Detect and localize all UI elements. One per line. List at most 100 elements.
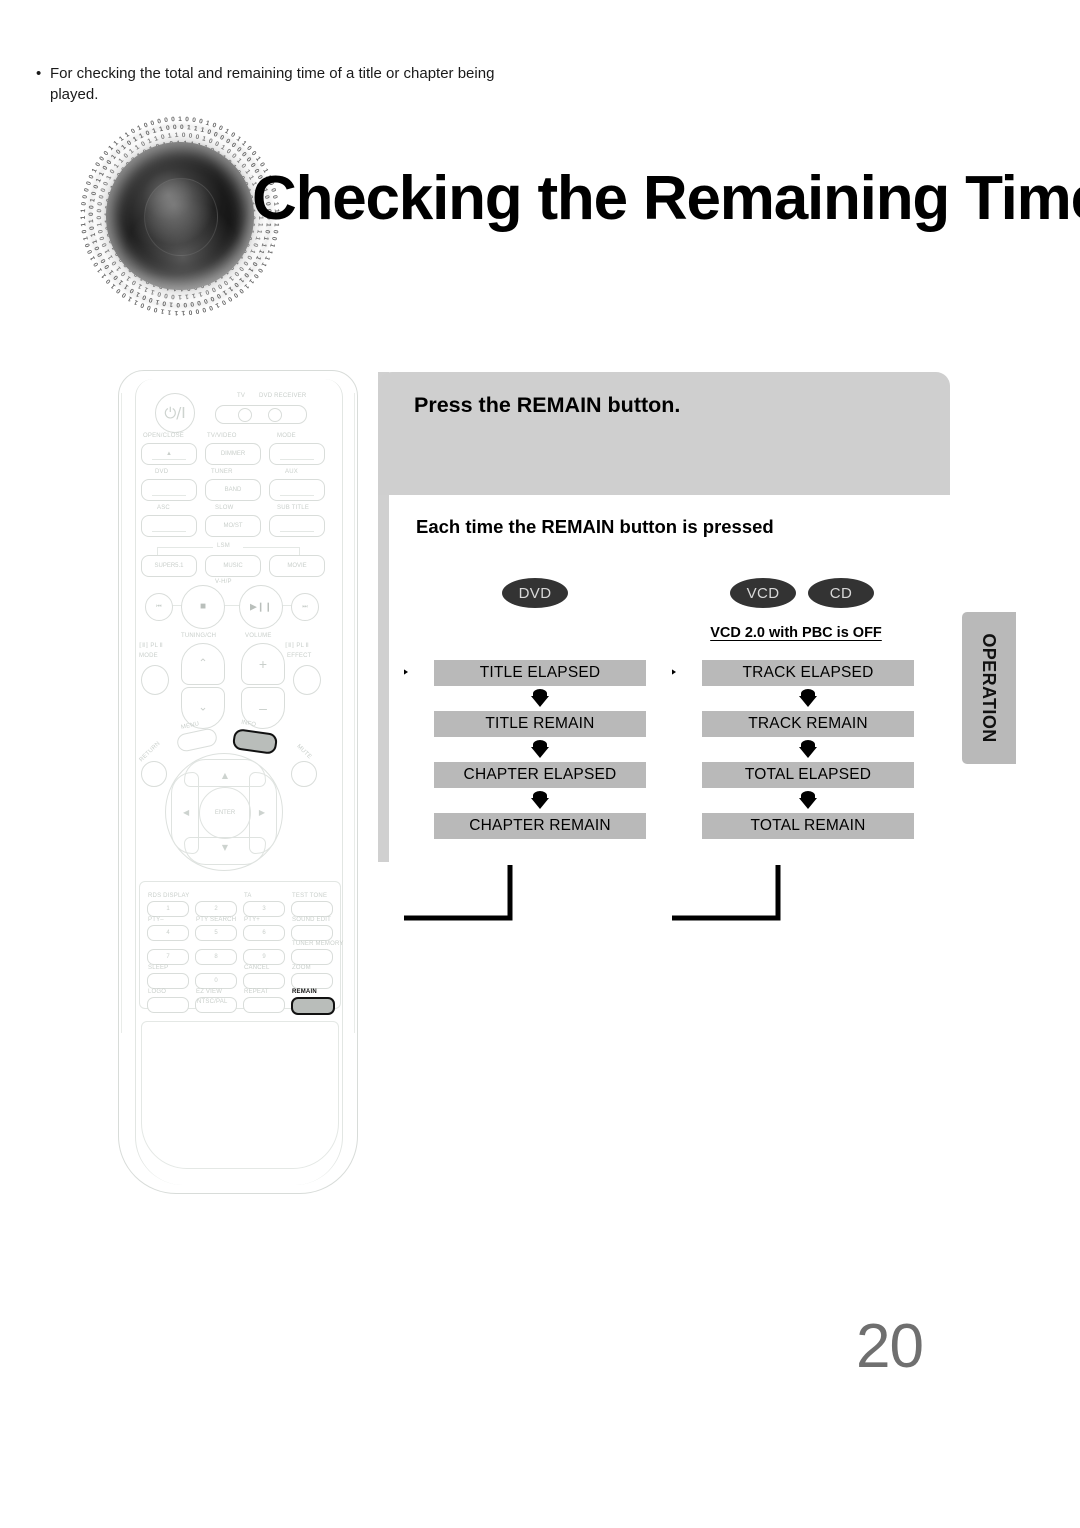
remote-key-label: 2: [196, 906, 236, 912]
remote-return-button[interactable]: [141, 761, 167, 787]
dpad-left-button[interactable]: ◀: [171, 772, 199, 854]
remote-tv-dvd-selector[interactable]: [215, 405, 307, 424]
remote-music-button[interactable]: MUSIC: [205, 555, 261, 577]
remote-movie-button[interactable]: MOVIE: [269, 555, 325, 577]
remote-tuner-band-button[interactable]: BAND: [205, 479, 261, 501]
remote-key-0[interactable]: 0: [195, 973, 237, 989]
flow-step: TITLE ELAPSED: [434, 660, 646, 686]
remote-key-logo[interactable]: [147, 997, 189, 1013]
logo-speaker-cone: [106, 142, 254, 290]
remote-key-label: 0: [196, 978, 236, 984]
remote-key-7[interactable]: 7: [147, 949, 189, 965]
remote-label-subtitle: SUB TITLE: [277, 505, 309, 511]
button-underline: [152, 531, 187, 532]
selector-dot-tv[interactable]: [238, 408, 252, 422]
remote-openclose-button[interactable]: ▲: [141, 443, 197, 465]
remote-key-3[interactable]: 3: [243, 901, 285, 917]
remote-navigation-dpad[interactable]: ▲ ▼ ◀ ▶ ENTER: [165, 753, 283, 871]
remote-stop-button[interactable]: ■: [181, 585, 225, 629]
button-underline: [280, 495, 315, 496]
remote-keypad-toplabel: CANCEL: [244, 965, 270, 971]
stop-icon: ■: [182, 602, 224, 612]
remote-asc-button[interactable]: [141, 515, 197, 537]
remote-keypad-toplabel: EZ VIEW: [196, 989, 222, 995]
remote-label-dvd: DVD: [155, 469, 168, 475]
remote-enter-button[interactable]: ENTER: [199, 787, 251, 839]
remote-slow-most-button[interactable]: MO/ST: [205, 515, 261, 537]
remote-aux-button[interactable]: [269, 479, 325, 501]
remote-edge-right: [354, 393, 355, 1033]
remote-key-sound-edit[interactable]: [291, 925, 333, 941]
remote-key-zoom[interactable]: [291, 973, 333, 989]
dpad-right-button[interactable]: ▶: [249, 772, 277, 854]
play-pause-icon: ▶❙❙: [240, 603, 282, 612]
remote-key-label: 1: [148, 906, 188, 912]
remote-volume-up-button[interactable]: +: [241, 643, 285, 685]
remote-skip-back-button[interactable]: ⏮: [145, 593, 173, 621]
remote-key-2[interactable]: 2: [195, 901, 237, 917]
remote-key-tuner-memory[interactable]: [291, 949, 333, 965]
remote-key-test-tone[interactable]: [291, 901, 333, 917]
remote-keypad-toplabel: ZOOM: [292, 965, 311, 971]
remote-key-label: 9: [244, 954, 284, 960]
remote-enter-label: ENTER: [215, 809, 235, 818]
remote-keypad-toplabel: PTY SEARCH: [196, 917, 236, 923]
bullet-marker: •: [36, 63, 41, 84]
flow-step: CHAPTER ELAPSED: [434, 762, 646, 788]
remote-keypad-toplabel: REPEAT: [244, 989, 269, 995]
remote-dimmer-button[interactable]: DIMMER: [205, 443, 261, 465]
remote-keypad-toplabel: TEST TONE: [292, 893, 327, 899]
remote-super51-button[interactable]: SUPER5.1: [141, 555, 197, 577]
selector-dot-dvd[interactable]: [268, 408, 282, 422]
remote-label-tvvideo: TV/VIDEO: [207, 433, 237, 439]
remote-key-1[interactable]: 1: [147, 901, 189, 917]
power-icon: ⏻/I: [156, 394, 194, 432]
instruction-bullet: • For checking the total and remaining t…: [36, 63, 536, 106]
remote-subtitle-button[interactable]: [269, 515, 325, 537]
page-header: 1100111100110000100001111000110010110100…: [0, 0, 1080, 340]
flow-step: TOTAL REMAIN: [702, 813, 914, 839]
remote-key-label: 8: [196, 954, 236, 960]
remote-power-button[interactable]: ⏻/I: [155, 393, 195, 433]
triangle-left-icon: ◀: [183, 809, 189, 817]
section-tab-label: OPERATION: [980, 633, 998, 742]
remote-key-repeat[interactable]: [243, 997, 285, 1013]
remote-key-4[interactable]: 4: [147, 925, 189, 941]
triangle-right-icon: ▶: [259, 809, 265, 817]
remote-movie-label: MOVIE: [270, 563, 324, 569]
remote-skip-forward-button[interactable]: ⏭: [291, 593, 319, 621]
remote-tv-label: TV: [237, 393, 245, 399]
remote-play-pause-button[interactable]: ▶❙❙: [239, 585, 283, 629]
remote-mute-button[interactable]: [291, 761, 317, 787]
remote-key-label: 6: [244, 930, 284, 936]
remote-dvd-receiver-label: DVD RECEIVER: [259, 393, 306, 399]
remote-keypad-toplabel: PTY+: [244, 917, 260, 923]
flow-step: TRACK REMAIN: [702, 711, 914, 737]
remote-key-9[interactable]: 9: [243, 949, 285, 965]
remote-label-plii-effect-top: ⟦Ⅱ⟧ PL Ⅱ: [285, 643, 309, 649]
disc-badge-cd: CD: [808, 578, 874, 608]
remote-dvd-button[interactable]: [141, 479, 197, 501]
section-tab-operation: OPERATION: [962, 612, 1016, 764]
remote-key-6[interactable]: 6: [243, 925, 285, 941]
remote-control-figure: ⏻/I TV DVD RECEIVER OPEN/CLOSE TV/VIDEO …: [112, 366, 362, 1196]
remote-plii-effect-button[interactable]: [293, 665, 321, 695]
remote-tuning-up-button[interactable]: ⌃: [181, 643, 225, 685]
remote-key-cancel[interactable]: [243, 973, 285, 989]
remote-mode-button[interactable]: [269, 443, 325, 465]
chevron-down-icon: ⌄: [182, 703, 224, 714]
remote-key-label: 3: [244, 906, 284, 912]
remote-key-8[interactable]: 8: [195, 949, 237, 965]
remote-key-remain[interactable]: [291, 997, 335, 1015]
instruction-heading: Press the REMAIN button.: [414, 395, 680, 417]
lsm-tick-right: [299, 547, 300, 555]
remote-key-sleep[interactable]: [147, 973, 189, 989]
remote-key-label: 7: [148, 954, 188, 960]
lsm-bracket-left: [157, 547, 213, 548]
remote-keypad-toplabel: REMAIN: [292, 989, 317, 995]
eject-icon: ▲: [142, 451, 196, 457]
flow-step: TRACK ELAPSED: [702, 660, 914, 686]
disc-badge-dvd: DVD: [502, 578, 568, 608]
remote-key-5[interactable]: 5: [195, 925, 237, 941]
remote-plii-mode-button[interactable]: [141, 665, 169, 695]
